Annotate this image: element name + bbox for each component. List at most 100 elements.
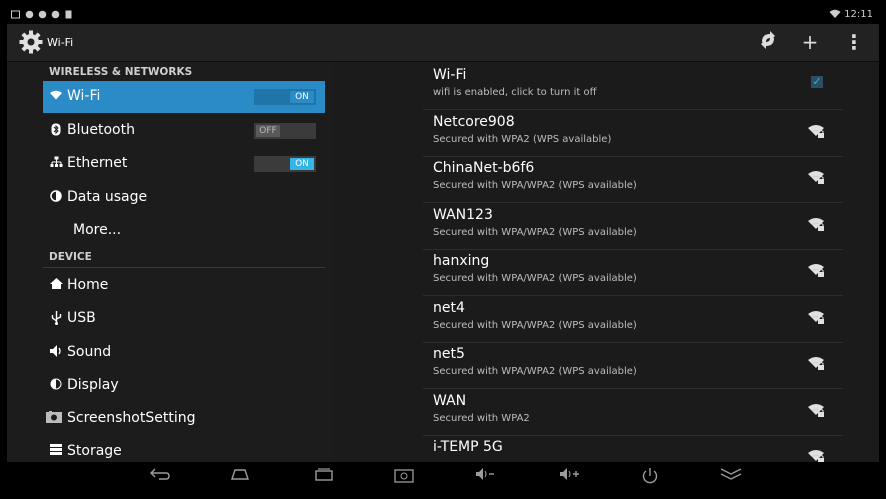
network-name: ChinaNet-b6f6 <box>433 160 535 176</box>
wifi-locked-signal-icon <box>808 404 824 417</box>
network-security: Secured with WPA/WPA2 (WPS available) <box>433 180 637 191</box>
display-icon <box>49 378 63 392</box>
usb-icon <box>49 311 63 325</box>
wifi-network-list: Wi-Fi wifi is enabled, click to turn it … <box>423 64 853 462</box>
wifi-icon <box>49 89 63 103</box>
sd-card-icon <box>65 10 72 19</box>
wifi-signal-icon <box>829 9 841 22</box>
sound-icon <box>49 345 63 359</box>
hide-bar-icon[interactable] <box>716 467 746 489</box>
divider <box>423 109 843 110</box>
volume-down-icon[interactable] <box>471 467 501 489</box>
screenshot-nav-icon[interactable] <box>389 467 419 489</box>
wifi-title: Wi-Fi <box>433 67 467 83</box>
sidebar-item-label: Bluetooth <box>67 122 135 138</box>
sidebar-item-label: More... <box>73 222 122 238</box>
sidebar-item-label: USB <box>67 310 96 326</box>
sidebar-item-wifi[interactable]: Wi-Fi ON <box>43 81 325 113</box>
divider <box>423 388 843 389</box>
sidebar-item-sound[interactable]: Sound <box>43 337 325 369</box>
network-name: net4 <box>433 300 465 316</box>
settings-gear-icon[interactable] <box>19 30 43 54</box>
section-header-device: DEVICE <box>49 251 92 263</box>
wifi-toggle[interactable]: ON <box>254 89 316 105</box>
home-button-icon[interactable] <box>225 467 255 489</box>
add-network-button[interactable]: + <box>798 30 822 54</box>
network-name: WAN <box>433 393 467 409</box>
ethernet-icon <box>49 156 63 170</box>
wifi-enabled-checkbox[interactable]: ✓ <box>811 76 823 88</box>
wifi-subtitle: wifi is enabled, click to turn it off <box>433 87 597 98</box>
network-name: hanxing <box>433 253 490 269</box>
toggle-state: ON <box>290 91 314 103</box>
sidebar-item-usb[interactable]: USB <box>43 303 325 335</box>
sidebar-item-home[interactable]: Home <box>43 270 325 302</box>
sidebar-item-label: Display <box>67 377 119 393</box>
sidebar-item-label: Data usage <box>67 189 148 205</box>
status-bar: 12:11 <box>7 7 879 24</box>
sidebar-item-bluetooth[interactable]: Bluetooth OFF <box>43 115 325 147</box>
network-security: Secured with WPA2 (WPS available) <box>433 134 612 145</box>
notification-dot-icon <box>38 10 47 19</box>
settings-sidebar: WIRELESS & NETWORKS Wi-Fi ON Bluetooth O… <box>7 62 333 462</box>
divider <box>423 202 843 203</box>
toggle-state: OFF <box>256 125 280 137</box>
section-header-wireless: WIRELESS & NETWORKS <box>49 66 193 78</box>
wifi-locked-signal-icon <box>808 171 824 184</box>
wifi-locked-signal-icon <box>808 264 824 277</box>
recents-icon[interactable] <box>309 467 339 489</box>
notification-dot-icon <box>51 10 60 19</box>
notification-icon <box>11 10 20 19</box>
network-name: i-TEMP 5G <box>433 439 503 455</box>
divider <box>423 295 843 296</box>
navigation-bar <box>7 462 879 492</box>
wifi-locked-signal-icon <box>808 450 824 462</box>
sidebar-item-label: Home <box>67 277 109 293</box>
network-security: Secured with WPA/WPA2 (WPS available) <box>433 227 637 238</box>
wifi-network-row[interactable]: i-TEMP 5G <box>423 436 843 462</box>
network-name: WAN123 <box>433 207 493 223</box>
network-name: net5 <box>433 346 465 362</box>
sidebar-item-label: ScreenshotSetting <box>67 410 196 426</box>
sidebar-item-label: Wi-Fi <box>67 88 101 104</box>
wps-icon[interactable] <box>756 30 780 54</box>
network-name: Netcore908 <box>433 114 515 130</box>
wifi-network-row[interactable]: ChinaNet-b6f6 Secured with WPA/WPA2 (WPS … <box>423 157 843 203</box>
network-security: Secured with WPA/WPA2 (WPS available) <box>433 273 637 284</box>
overflow-menu-button[interactable]: ⋮ <box>842 30 866 54</box>
volume-up-icon[interactable] <box>555 467 585 489</box>
sidebar-item-label: Sound <box>67 344 112 360</box>
page-title: Wi-Fi <box>47 36 74 49</box>
clock: 12:11 <box>844 9 873 20</box>
screenshot-icon <box>45 411 63 425</box>
wifi-network-row[interactable]: WAN123 Secured with WPA/WPA2 (WPS availab… <box>423 204 843 250</box>
ethernet-toggle[interactable]: ON <box>254 156 316 172</box>
sidebar-item-more[interactable]: More... <box>43 215 325 247</box>
bluetooth-toggle[interactable]: OFF <box>254 123 316 139</box>
sidebar-item-screenshot-setting[interactable]: ScreenshotSetting <box>43 403 325 435</box>
sidebar-item-display[interactable]: Display <box>43 370 325 402</box>
wifi-network-row[interactable]: WAN Secured with WPA2 <box>423 390 843 436</box>
wifi-network-row[interactable]: net4 Secured with WPA/WPA2 (WPS available… <box>423 297 843 343</box>
sidebar-item-data-usage[interactable]: Data usage <box>43 182 325 214</box>
wifi-locked-signal-icon <box>808 218 824 231</box>
power-icon[interactable] <box>635 467 665 489</box>
wifi-master-switch[interactable]: Wi-Fi wifi is enabled, click to turn it … <box>423 64 843 110</box>
sidebar-item-label: Storage <box>67 443 122 459</box>
wifi-network-row[interactable]: hanxing Secured with WPA/WPA2 (WPS availa… <box>423 250 843 296</box>
android-settings-window: 12:11 Wi-Fi + ⋮ WIRELESS & NETWORKS Wi-F… <box>7 7 879 492</box>
wifi-locked-signal-icon <box>808 125 824 138</box>
bluetooth-icon <box>49 123 63 137</box>
wifi-network-row[interactable]: Netcore908 Secured with WPA2 (WPS availab… <box>423 111 843 157</box>
back-icon[interactable] <box>145 467 175 489</box>
wifi-network-row[interactable]: net5 Secured with WPA/WPA2 (WPS available… <box>423 343 843 389</box>
notification-dot-icon <box>25 10 34 19</box>
network-security: Secured with WPA2 <box>433 413 530 424</box>
data-usage-icon <box>49 190 63 204</box>
toggle-state: ON <box>290 158 314 170</box>
sidebar-item-ethernet[interactable]: Ethernet ON <box>43 148 325 180</box>
network-security: Secured with WPA/WPA2 (WPS available) <box>433 366 637 377</box>
section-divider <box>43 267 325 268</box>
network-security: Secured with WPA/WPA2 (WPS available) <box>433 320 637 331</box>
storage-icon <box>49 444 63 458</box>
